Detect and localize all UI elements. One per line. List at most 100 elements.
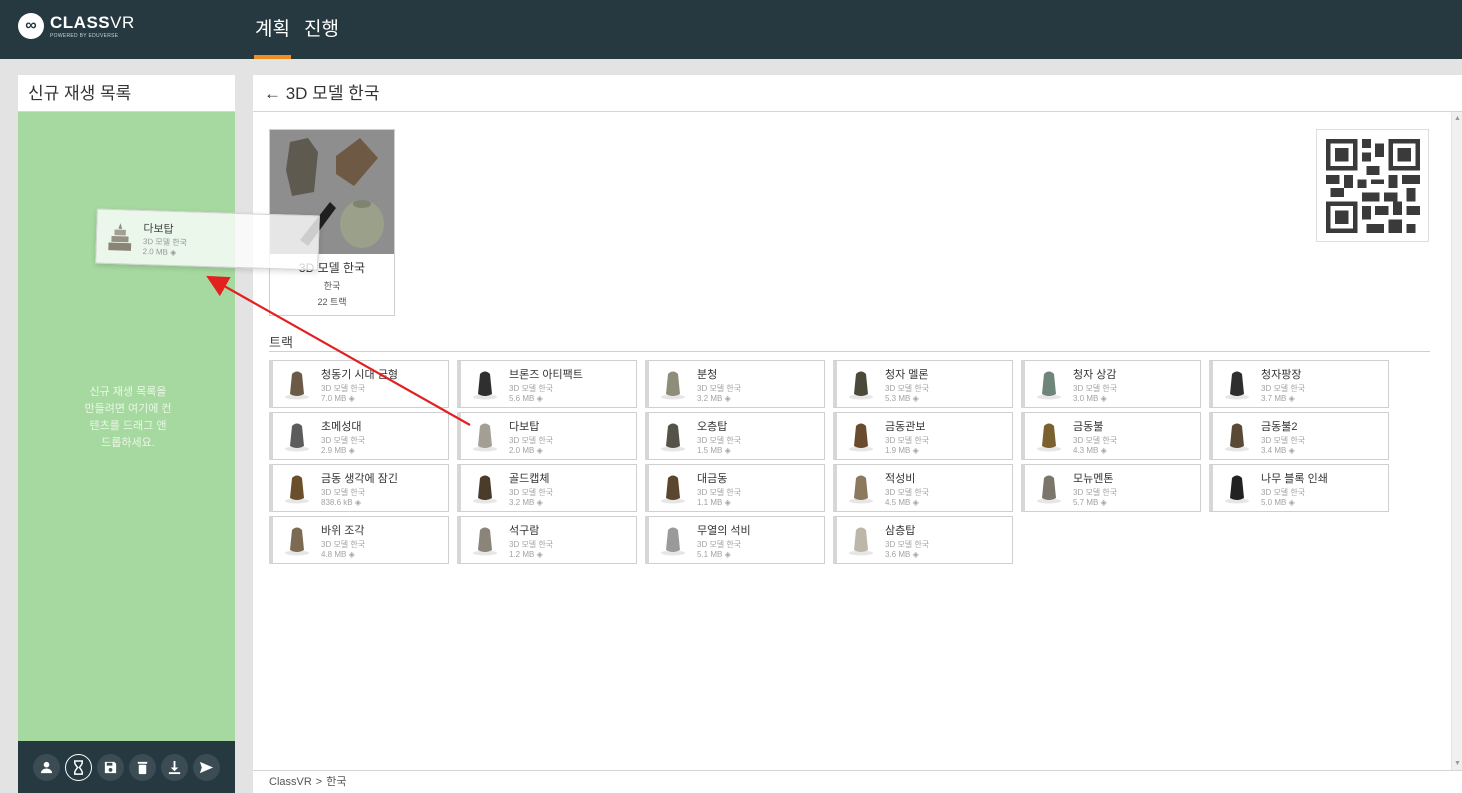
track-card[interactable]: 삼층탑 3D 모델 한국 3.6 MB ◈: [833, 516, 1013, 564]
back-to-album-header[interactable]: ← 3D 모델 한국: [253, 75, 1462, 112]
track-title: 적성비: [885, 472, 916, 485]
track-title: 골드캡체: [509, 472, 550, 485]
track-card[interactable]: 골드캡체 3D 모델 한국 3.2 MB ◈: [457, 464, 637, 512]
track-card[interactable]: 대금동 3D 모델 한국 1.1 MB ◈: [645, 464, 825, 512]
track-subtitle: 3D 모델 한국: [1073, 383, 1118, 393]
track-thumbnail: [1225, 423, 1249, 452]
track-card[interactable]: 청자 멜론 3D 모델 한국 5.3 MB ◈: [833, 360, 1013, 408]
track-card[interactable]: 다보탑 3D 모델 한국 2.0 MB ◈: [457, 412, 637, 460]
trash-icon[interactable]: [129, 753, 156, 781]
track-card[interactable]: 초메성대 3D 모델 한국 2.9 MB ◈: [269, 412, 449, 460]
track-card[interactable]: 오층탑 3D 모델 한국 1.5 MB ◈: [645, 412, 825, 460]
track-card[interactable]: 분청 3D 모델 한국 3.2 MB ◈: [645, 360, 825, 408]
track-card[interactable]: 브론즈 아티팩트 3D 모델 한국 5.6 MB ◈: [457, 360, 637, 408]
track-size: 3.0 MB ◈: [1073, 393, 1107, 403]
album-track-count: 22 트랙: [317, 297, 347, 307]
track-card[interactable]: 바위 조각 3D 모델 한국 4.8 MB ◈: [269, 516, 449, 564]
top-bar: ∞ CLASSVR POWERED BY EDUVERSE 계획 진행: [0, 0, 1462, 59]
track-card[interactable]: 금동불 3D 모델 한국 4.3 MB ◈: [1021, 412, 1201, 460]
track-card[interactable]: 나무 블록 인쇄 3D 모델 한국 5.0 MB ◈: [1209, 464, 1389, 512]
track-thumbnail: [661, 475, 685, 504]
track-size: 3.2 MB ◈: [697, 393, 731, 403]
track-size: 4.5 MB ◈: [885, 497, 919, 507]
track-card[interactable]: 무열의 석비 3D 모델 한국 5.1 MB ◈: [645, 516, 825, 564]
track-title: 무열의 석비: [697, 524, 751, 537]
main-nav: 계획 진행: [254, 0, 340, 59]
track-size: 5.1 MB ◈: [697, 549, 731, 559]
track-title: 바위 조각: [321, 524, 365, 537]
classvr-logo[interactable]: ∞ CLASSVR POWERED BY EDUVERSE: [18, 13, 135, 39]
track-thumbnail: [849, 371, 873, 400]
playlist-toolbar: [18, 741, 235, 793]
track-title: 청자팡장: [1261, 368, 1302, 381]
track-thumbnail: [1225, 475, 1249, 504]
track-subtitle: 3D 모델 한국: [697, 435, 742, 445]
track-card[interactable]: 적성비 3D 모델 한국 4.5 MB ◈: [833, 464, 1013, 512]
track-grid: 청동기 시대 금형 3D 모델 한국 7.0 MB ◈ 브론즈 아티팩트 3D 모델 한…: [269, 360, 1389, 564]
nav-plan-tab[interactable]: 계획: [254, 0, 291, 59]
track-size: 3.4 MB ◈: [1261, 445, 1295, 455]
cube-icon: ◈: [1288, 445, 1295, 455]
track-subtitle: 3D 모델 한국: [697, 539, 742, 549]
download-icon[interactable]: [161, 753, 188, 781]
track-size: 1.2 MB ◈: [509, 549, 543, 559]
track-subtitle: 3D 모델 한국: [321, 487, 366, 497]
track-title: 다보탑: [509, 420, 540, 433]
save-icon[interactable]: [97, 753, 124, 781]
playlist-title: 신규 재생 목록: [18, 75, 235, 112]
track-card[interactable]: 금동 생각에 잠긴 3D 모델 한국 838.6 kB ◈: [269, 464, 449, 512]
send-icon[interactable]: [193, 753, 220, 781]
track-card[interactable]: 청자 상감 3D 모델 한국 3.0 MB ◈: [1021, 360, 1201, 408]
track-card[interactable]: 모뉴멘톤 3D 모델 한국 5.7 MB ◈: [1021, 464, 1201, 512]
track-title: 석구람: [509, 524, 540, 537]
scroll-down-icon[interactable]: ▼: [1454, 760, 1461, 767]
user-icon[interactable]: [33, 753, 60, 781]
track-thumbnail: [661, 371, 685, 400]
breadcrumb-root-link[interactable]: ClassVR: [269, 776, 312, 788]
cube-icon: ◈: [912, 393, 919, 403]
cube-icon: ◈: [536, 497, 543, 507]
tracks-divider: [269, 351, 1430, 352]
track-card[interactable]: 금동관보 3D 모델 한국 1.9 MB ◈: [833, 412, 1013, 460]
cube-icon: ◈: [348, 549, 355, 559]
drop-hint-text: 신규 재생 목록을 만들려면 여기에 컨텐츠를 드래그 앤 드롭하세요.: [84, 386, 172, 449]
track-card[interactable]: 석구람 3D 모델 한국 1.2 MB ◈: [457, 516, 637, 564]
track-title: 금동관보: [885, 420, 926, 433]
track-subtitle: 3D 모델 한국: [885, 539, 930, 549]
track-size: 838.6 kB ◈: [321, 497, 361, 507]
cube-icon: ◈: [1288, 393, 1295, 403]
track-thumbnail: [285, 527, 309, 556]
cube-icon: ◈: [536, 393, 543, 403]
track-subtitle: 3D 모델 한국: [697, 383, 742, 393]
track-title: 삼층탑: [885, 524, 916, 537]
track-title: 금동 생각에 잠긴: [321, 472, 398, 485]
cube-icon: ◈: [354, 497, 361, 507]
cube-icon: ◈: [912, 445, 919, 455]
nav-progress-tab[interactable]: 진행: [303, 0, 340, 59]
playlist-drop-zone[interactable]: 신규 재생 목록을 만들려면 여기에 컨텐츠를 드래그 앤 드롭하세요.: [18, 112, 235, 741]
track-thumbnail: [473, 423, 497, 452]
track-size: 5.6 MB ◈: [509, 393, 543, 403]
track-subtitle: 3D 모델 한국: [509, 487, 554, 497]
scroll-up-icon[interactable]: ▲: [1454, 115, 1461, 122]
track-card[interactable]: 금동불2 3D 모델 한국 3.4 MB ◈: [1209, 412, 1389, 460]
track-size: 3.2 MB ◈: [509, 497, 543, 507]
album-subtitle: 한국: [323, 281, 341, 291]
logo-title: CLASSVR: [50, 12, 135, 32]
track-card[interactable]: 청동기 시대 금형 3D 모델 한국 7.0 MB ◈: [269, 360, 449, 408]
breadcrumb-separator: >: [315, 776, 323, 788]
track-title: 오층탑: [697, 420, 728, 433]
track-thumbnail: [473, 475, 497, 504]
track-card[interactable]: 청자팡장 3D 모델 한국 3.7 MB ◈: [1209, 360, 1389, 408]
cube-icon: ◈: [1288, 497, 1295, 507]
dragging-track-ghost[interactable]: 다보탑 3D 모델 한국 2.0 MB ◈: [95, 208, 320, 271]
track-size: 5.3 MB ◈: [885, 393, 919, 403]
track-size: 2.0 MB ◈: [509, 445, 543, 455]
cube-icon: ◈: [724, 393, 731, 403]
track-thumbnail: [1037, 475, 1061, 504]
hourglass-icon[interactable]: [65, 753, 92, 781]
scrollbar[interactable]: ▲ ▼: [1451, 112, 1462, 770]
track-subtitle: 3D 모델 한국: [1073, 435, 1118, 445]
track-thumbnail: [285, 423, 309, 452]
cube-icon: ◈: [912, 549, 919, 559]
